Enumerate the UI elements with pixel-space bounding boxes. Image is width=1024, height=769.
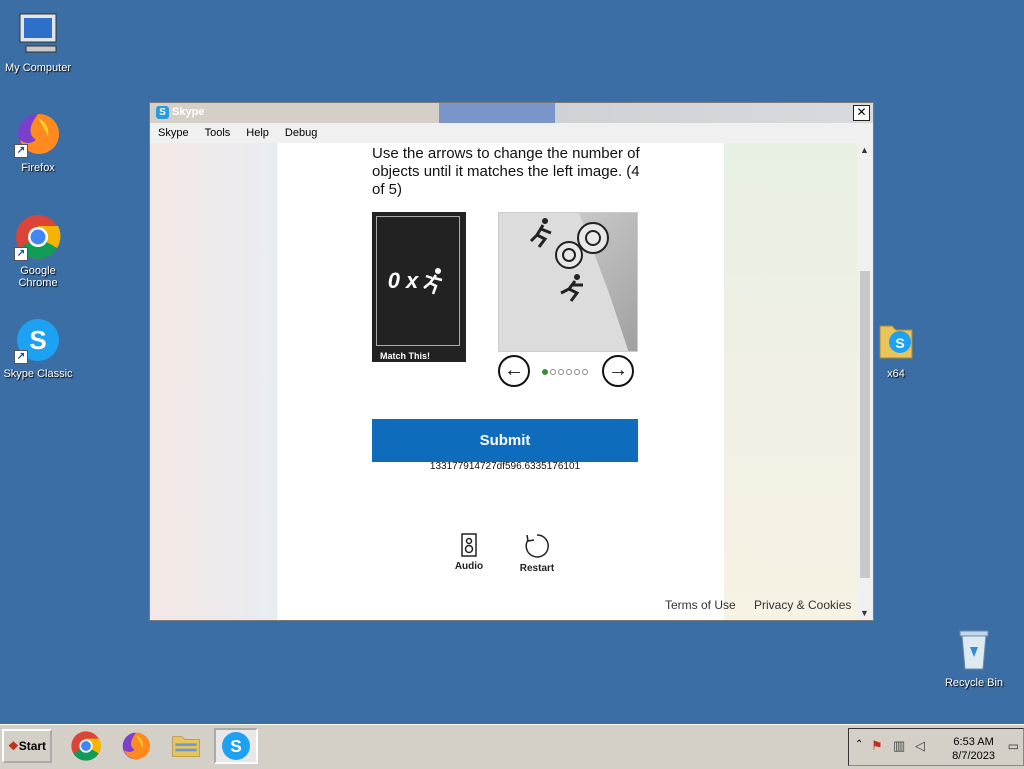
clock-date: 8/7/2023 bbox=[952, 750, 995, 762]
file-explorer-icon bbox=[172, 736, 200, 757]
session-token: 133177914727df596.6335176101 bbox=[429, 461, 581, 472]
shortcut-arrow-icon: ↗ bbox=[14, 144, 28, 158]
audio-label: Audio bbox=[454, 561, 484, 572]
network-icon[interactable]: ▥ bbox=[893, 738, 905, 754]
skype-window: S Skype ✕ Skype Tools Help Debug Use the… bbox=[149, 102, 874, 621]
privacy-cookies-link[interactable]: Privacy & Cookies bbox=[754, 598, 851, 612]
background-panel bbox=[724, 143, 857, 620]
captcha-choice-image bbox=[498, 212, 638, 352]
desktop-icon-label: Firefox bbox=[21, 162, 55, 174]
desktop-icon-recycle-bin[interactable]: Recycle Bin bbox=[936, 625, 1012, 689]
page-dot bbox=[566, 369, 572, 375]
folder-skype-icon: S bbox=[872, 316, 920, 364]
desktop-icon-chrome[interactable]: ↗ Google Chrome bbox=[0, 213, 76, 289]
captcha-instruction: Use the arrows to change the number of o… bbox=[372, 145, 640, 198]
chrome-icon: ↗ bbox=[14, 213, 62, 261]
skype-title-icon: S bbox=[156, 106, 169, 119]
restart-icon bbox=[525, 534, 549, 558]
taskbar-file-explorer[interactable] bbox=[164, 728, 208, 764]
svg-text:S: S bbox=[230, 736, 242, 756]
desktop-icon-label: My Computer bbox=[4, 62, 72, 74]
desktop-icon-skype-classic[interactable]: S ↗ Skype Classic bbox=[0, 316, 76, 380]
recycle-bin-icon bbox=[950, 625, 998, 673]
skype-icon: S bbox=[222, 732, 250, 760]
window-title: Skype bbox=[172, 106, 205, 118]
firefox-icon: ↗ bbox=[14, 110, 62, 158]
show-desktop-icon[interactable]: ▭ bbox=[1008, 739, 1019, 753]
page-dots bbox=[542, 362, 602, 380]
page-dot bbox=[542, 369, 548, 375]
menu-help[interactable]: Help bbox=[238, 127, 277, 139]
window-close-button[interactable]: ✕ bbox=[853, 105, 870, 121]
taskbar-chrome[interactable] bbox=[64, 728, 108, 764]
audio-button[interactable]: Audio bbox=[444, 533, 494, 572]
window-titlebar[interactable]: S Skype ✕ bbox=[150, 103, 873, 123]
window-content: Use the arrows to change the number of o… bbox=[150, 143, 857, 620]
volume-muted-icon[interactable]: ◁ bbox=[915, 738, 925, 754]
action-center-flag-icon[interactable]: ⚑ bbox=[871, 738, 883, 754]
vertical-scrollbar[interactable]: ▲ ▼ bbox=[857, 143, 873, 620]
target-caption: Match This! bbox=[380, 351, 431, 361]
start-label: Start bbox=[18, 739, 47, 753]
menu-skype[interactable]: Skype bbox=[150, 127, 197, 139]
taskbar: ❖Start S ⌃ ⚑ ▥ ◁ 6:53 AM 8/7/2023 ▭ bbox=[0, 724, 1024, 769]
restart-button[interactable]: Restart bbox=[512, 533, 562, 574]
restart-label: Restart bbox=[519, 563, 555, 574]
desktop-icon-firefox[interactable]: ↗ Firefox bbox=[0, 110, 76, 174]
desktop-icon-label: Google Chrome bbox=[18, 265, 58, 289]
shortcut-arrow-icon: ↗ bbox=[14, 247, 28, 261]
clock[interactable]: 6:53 AM 8/7/2023 bbox=[952, 735, 995, 763]
target-count-display: 0 x bbox=[376, 216, 460, 346]
shortcut-arrow-icon: ↗ bbox=[14, 350, 28, 364]
svg-text:S: S bbox=[29, 325, 46, 355]
firefox-icon bbox=[122, 732, 151, 760]
terms-of-use-link[interactable]: Terms of Use bbox=[665, 598, 736, 612]
clock-time: 6:53 AM bbox=[953, 736, 994, 748]
scroll-up-icon[interactable]: ▲ bbox=[860, 145, 869, 155]
menu-debug[interactable]: Debug bbox=[277, 127, 325, 139]
desktop-icon-label: Recycle Bin bbox=[944, 677, 1004, 689]
scroll-down-icon[interactable]: ▼ bbox=[860, 608, 869, 618]
submit-button[interactable]: Submit bbox=[372, 419, 638, 462]
next-arrow-button[interactable]: → bbox=[602, 355, 634, 387]
chrome-icon bbox=[71, 731, 101, 761]
tray-expand-icon[interactable]: ⌃ bbox=[855, 739, 863, 750]
windows-logo-icon: ❖ bbox=[7, 739, 19, 753]
desktop-icon-label: Skype Classic bbox=[3, 368, 73, 380]
captcha-target-image: 0 x Match This! bbox=[372, 212, 466, 362]
menu-tools[interactable]: Tools bbox=[197, 127, 239, 139]
page-dot bbox=[550, 369, 556, 375]
previous-arrow-button[interactable]: ← bbox=[498, 355, 530, 387]
system-tray: ⌃ ⚑ ▥ ◁ 6:53 AM 8/7/2023 ▭ bbox=[848, 728, 1024, 766]
computer-icon bbox=[14, 10, 62, 58]
taskbar-skype[interactable]: S bbox=[214, 728, 258, 764]
scrollbar-thumb[interactable] bbox=[860, 271, 870, 578]
taskbar-firefox[interactable] bbox=[114, 728, 158, 764]
menu-bar: Skype Tools Help Debug bbox=[150, 123, 873, 143]
desktop-icon-my-computer[interactable]: My Computer bbox=[0, 10, 76, 74]
page-dot bbox=[558, 369, 564, 375]
speaker-icon bbox=[461, 533, 477, 557]
page-dot bbox=[582, 369, 588, 375]
captcha-card: Use the arrows to change the number of o… bbox=[285, 143, 724, 620]
target-count-text: 0 x bbox=[387, 268, 419, 293]
svg-text:S: S bbox=[895, 335, 904, 351]
runner-icon bbox=[423, 268, 443, 295]
start-button[interactable]: ❖Start bbox=[2, 729, 52, 763]
skype-icon: S ↗ bbox=[14, 316, 62, 364]
captcha-objects-illustration bbox=[499, 213, 629, 351]
page-dot bbox=[574, 369, 580, 375]
